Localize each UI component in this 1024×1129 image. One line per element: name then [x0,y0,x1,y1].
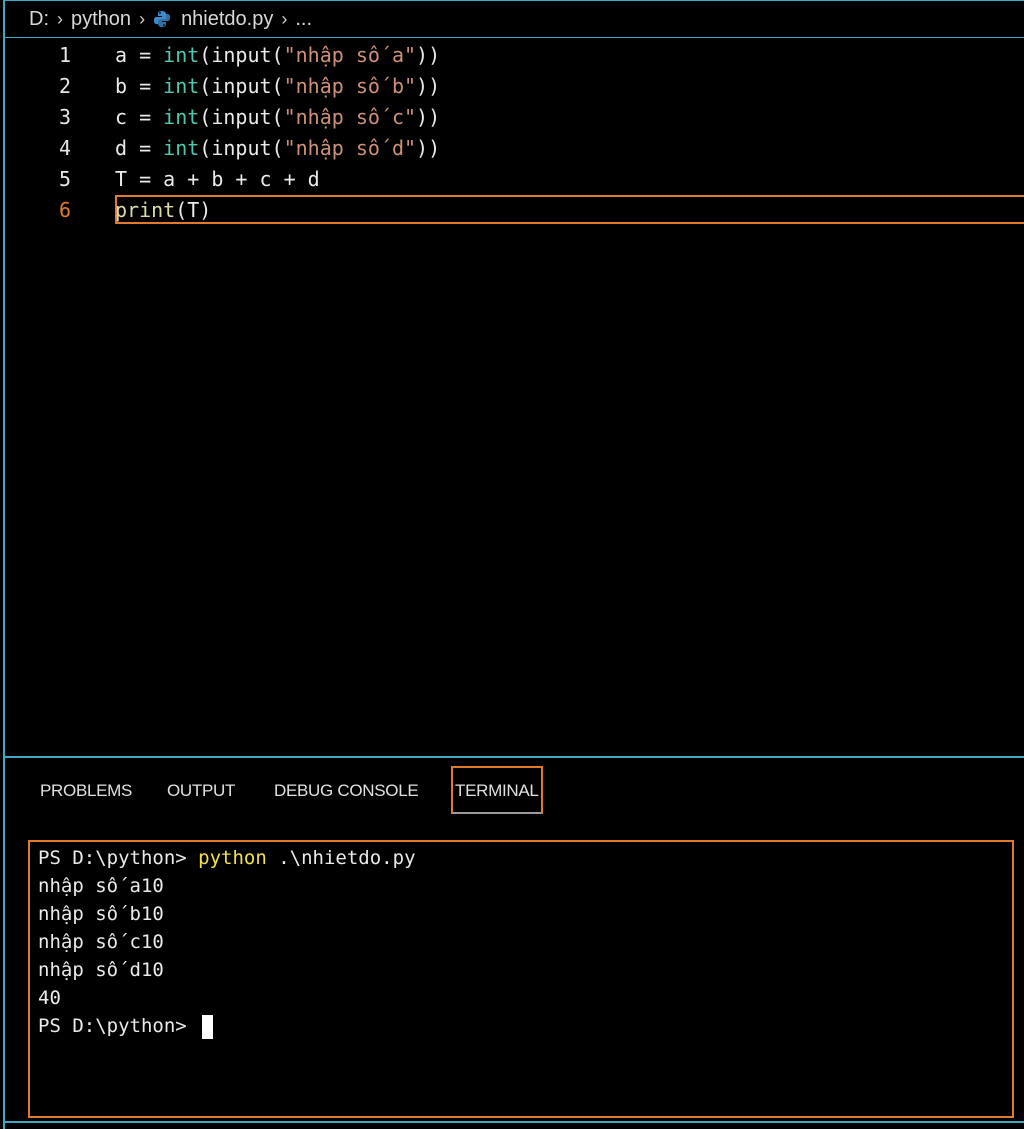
code-line[interactable]: 4 d = int(input("nhập số d")) [5,133,1024,164]
breadcrumb-file[interactable]: nhietdo.py [181,8,273,31]
code-line-active[interactable]: 6 print(T) [5,195,1024,226]
breadcrumb: D: › python › nhietdo.py › ... [5,0,1024,38]
code-line[interactable]: 1 a = int(input("nhập số a")) [5,40,1024,71]
terminal-prompt-line[interactable]: PS D:\python> [38,1012,1012,1040]
current-line-highlight [115,195,1024,224]
tab-terminal[interactable]: TERMINAL [451,766,543,814]
tab-debug-console[interactable]: DEBUG CONSOLE [274,776,419,806]
code-line[interactable]: 2 b = int(input("nhập số b")) [5,71,1024,102]
python-file-icon [154,11,171,27]
code-line[interactable]: 5 T = a + b + c + d [5,164,1024,195]
line-number: 3 [58,105,72,129]
code-text[interactable]: a = int(input("nhập số a")) [115,40,440,71]
terminal[interactable]: PS D:\python> python .\nhietdo.py nhập s… [28,840,1014,1118]
code-text[interactable]: b = int(input("nhập số b")) [115,71,440,102]
panel-tabs: PROBLEMS OUTPUT DEBUG CONSOLE TERMINAL [5,758,1024,822]
breadcrumb-folder[interactable]: python [71,8,131,31]
terminal-line: nhập số b10 [38,903,164,925]
line-number: 5 [58,167,72,191]
line-number: 6 [58,198,72,222]
status-divider [5,1121,1024,1129]
code-text[interactable]: print(T) [115,195,211,226]
breadcrumb-more[interactable]: ... [295,8,312,31]
terminal-line: PS D:\python> python .\nhietdo.py [38,847,416,869]
chevron-right-icon: › [281,8,288,29]
terminal-cursor [202,1014,214,1039]
code-editor[interactable]: 1 a = int(input("nhập số a")) 2 b = int(… [5,38,1024,756]
breadcrumb-drive[interactable]: D: [29,8,49,31]
chevron-right-icon: › [57,8,63,29]
code-text[interactable]: d = int(input("nhập số d")) [115,133,440,164]
vscode-window: D: › python › nhietdo.py › ... 1 a = int… [3,0,1024,1129]
code-text[interactable]: c = int(input("nhập số c")) [115,102,440,133]
tab-output[interactable]: OUTPUT [167,776,235,806]
terminal-line: 40 [38,987,61,1009]
terminal-line: nhập số a10 [38,875,164,897]
code-line[interactable]: 3 c = int(input("nhập số c")) [5,102,1024,133]
line-number: 2 [58,74,72,98]
code-text[interactable]: T = a + b + c + d [115,164,320,195]
chevron-right-icon: › [139,8,146,29]
terminal-line: nhập số c10 [38,931,164,953]
terminal-line: nhập số d10 [38,959,164,981]
line-number: 4 [58,136,72,160]
line-number: 1 [58,43,72,67]
tab-problems[interactable]: PROBLEMS [40,776,132,806]
bottom-panel: PROBLEMS OUTPUT DEBUG CONSOLE TERMINAL P… [5,756,1024,1129]
